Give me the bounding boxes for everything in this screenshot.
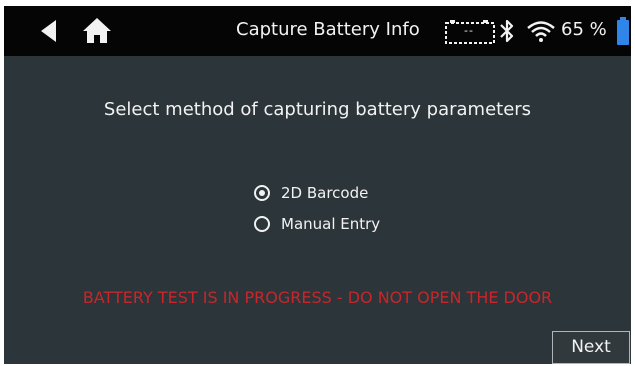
warning-message: BATTERY TEST IS IN PROGRESS - DO NOT OPE… — [82, 288, 553, 307]
radio-manual-entry[interactable] — [254, 216, 270, 232]
option-label: 2D Barcode — [281, 184, 369, 202]
device-battery-icon — [617, 17, 629, 45]
home-icon[interactable] — [82, 16, 112, 44]
device-screen: Capture Battery Info -- 65 % Select meth… — [4, 6, 631, 364]
instruction-text: Select method of capturing battery param… — [103, 99, 532, 120]
top-bar: Capture Battery Info -- 65 % — [4, 6, 631, 56]
option-manual-entry[interactable]: Manual Entry — [254, 212, 380, 236]
wifi-icon — [527, 21, 555, 42]
next-button[interactable]: Next — [552, 331, 630, 364]
battery-status-text: -- — [464, 24, 474, 37]
option-label: Manual Entry — [281, 215, 381, 233]
back-arrow-icon[interactable] — [36, 19, 62, 43]
option-2d-barcode[interactable]: 2D Barcode — [254, 181, 368, 205]
bluetooth-icon — [500, 19, 514, 43]
battery-percent: 65 % — [561, 19, 607, 40]
page-title: Capture Battery Info — [236, 19, 420, 40]
radio-2d-barcode[interactable] — [254, 185, 270, 201]
